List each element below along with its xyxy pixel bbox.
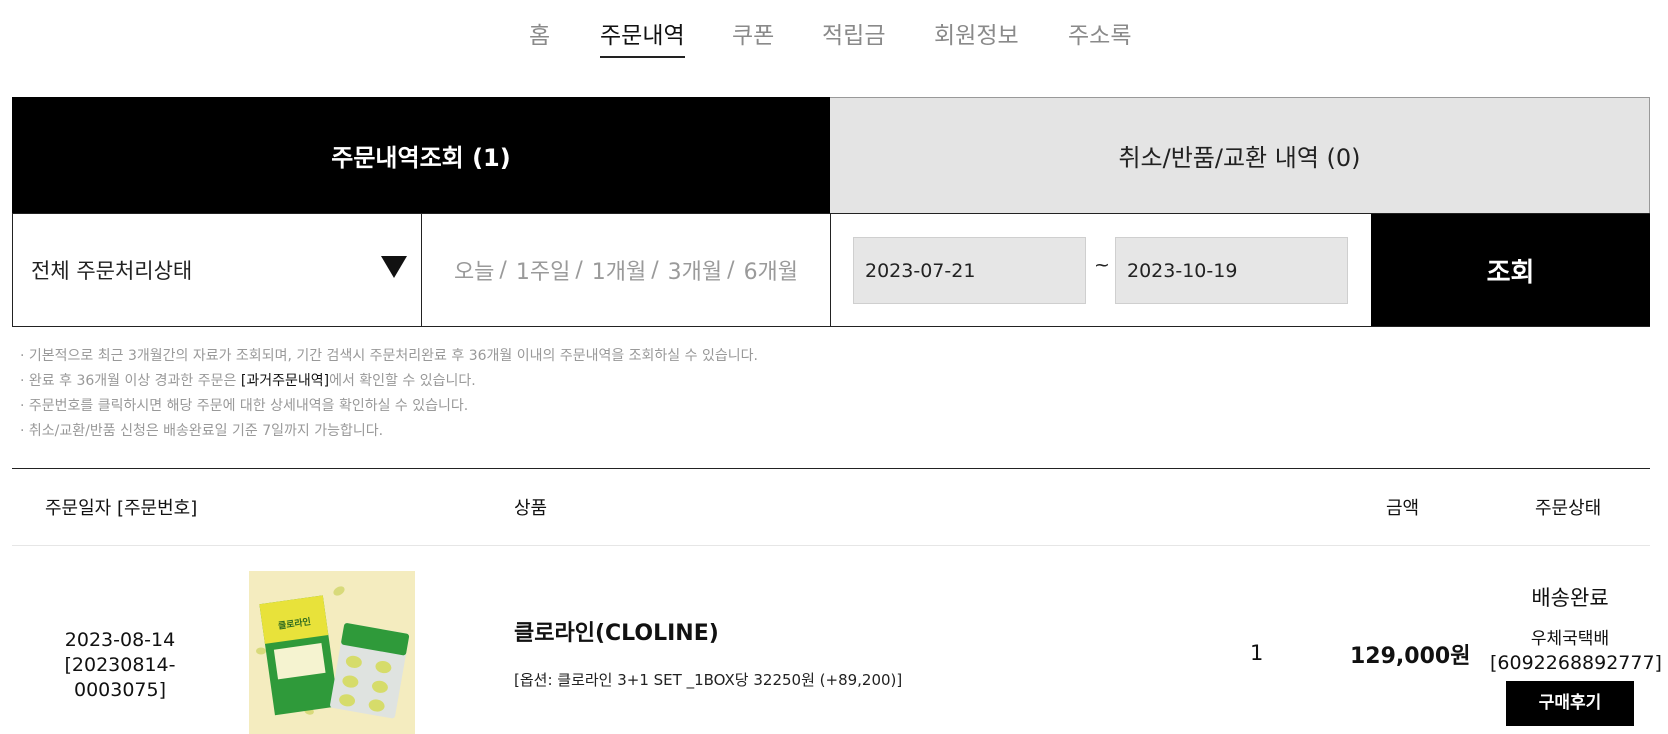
- order-date: 2023-08-14: [64, 629, 176, 651]
- write-review-button[interactable]: 구매후기: [1506, 681, 1634, 726]
- order-number[interactable]: [20230814-0003075]: [20, 653, 220, 703]
- product-image: 클로라인: [249, 571, 415, 734]
- order-status-select[interactable]: 전체 주문처리상태: [13, 214, 422, 326]
- nav-item-orders[interactable]: 주문내역: [600, 16, 685, 58]
- divider: [12, 468, 1650, 469]
- order-status-cell: 배송완료 우체국택배 [6092268892777] 구매후기: [1490, 582, 1662, 726]
- column-header-status: 주문상태: [1535, 498, 1602, 519]
- period-1week-button[interactable]: 1주일: [516, 254, 570, 286]
- search-button[interactable]: 조회: [1371, 214, 1650, 326]
- notice-item: · 주문번호를 클릭하시면 해당 주문에 대한 상세내역을 확인하실 수 있습니…: [20, 398, 469, 414]
- order-filter-bar: 전체 주문처리상태 오늘 / 1주일 / 1개월 / 3개월 / 6개월 202…: [12, 213, 1650, 327]
- product-thumbnail[interactable]: 클로라인: [249, 571, 415, 734]
- notice-list: · 기본적으로 최근 3개월간의 자료가 조회되며, 기간 검색시 주문처리완료…: [20, 344, 758, 444]
- courier-name: 우체국택배: [1530, 629, 1610, 649]
- nav-item-member-info[interactable]: 회원정보: [934, 16, 1019, 50]
- order-date-cell[interactable]: 2023-08-14 [20230814-0003075]: [20, 628, 220, 703]
- notice-text: 에서 확인할 수 있습니다.: [329, 373, 476, 389]
- past-orders-link[interactable]: [과거주문내역]: [241, 373, 329, 389]
- column-header-order-date: 주문일자 [주문번호]: [45, 498, 198, 519]
- column-header-amount: 금액: [1386, 498, 1420, 519]
- notice-item: · 취소/교환/반품 신청은 배송완료일 기준 7일까지 가능합니다.: [20, 423, 384, 439]
- order-status-select-value: 전체 주문처리상태: [31, 259, 193, 283]
- divider: [12, 545, 1650, 546]
- period-3months-button[interactable]: 3개월: [668, 254, 722, 286]
- tracking-number-link[interactable]: [6092268892777]: [1490, 652, 1662, 674]
- period-shortcuts: 오늘 / 1주일 / 1개월 / 3개월 / 6개월: [422, 214, 831, 326]
- tab-order-history[interactable]: 주문내역조회 (1): [12, 97, 830, 214]
- notice-text: · 완료 후 36개월 이상 경과한 주문은: [20, 373, 241, 389]
- caret-down-icon: [381, 256, 407, 278]
- product-name-link[interactable]: 클로라인(CLOLINE): [514, 615, 719, 647]
- period-separator: /: [499, 257, 507, 283]
- notice-item: · 기본적으로 최근 3개월간의 자료가 조회되며, 기간 검색시 주문처리완료…: [20, 348, 758, 364]
- column-header-product: 상품: [514, 498, 548, 519]
- order-amount: 129,000원: [1350, 644, 1471, 669]
- product-quantity: 1: [1250, 641, 1264, 665]
- date-from-input[interactable]: 2023-07-21: [853, 237, 1086, 304]
- period-6months-button[interactable]: 6개월: [744, 254, 798, 286]
- nav-item-points[interactable]: 적립금: [822, 16, 885, 50]
- period-separator: /: [727, 257, 735, 283]
- order-status: 배송완료: [1531, 586, 1609, 610]
- tab-cancel-return-exchange[interactable]: 취소/반품/교환 내역 (0): [830, 97, 1650, 214]
- product-option: [옵션: 클로라인 3+1 SET _1BOX당 32250원 (+89,200…: [514, 671, 903, 689]
- nav-item-address-book[interactable]: 주소록: [1068, 16, 1131, 50]
- top-nav: 홈 주문내역 쿠폰 적립금 회원정보 주소록: [0, 0, 1668, 70]
- period-today-button[interactable]: 오늘: [454, 254, 494, 286]
- date-to-input[interactable]: 2023-10-19: [1115, 237, 1348, 304]
- period-separator: /: [651, 257, 659, 283]
- date-range-separator: ~: [1094, 254, 1110, 276]
- period-1month-button[interactable]: 1개월: [592, 254, 646, 286]
- notice-item: · 완료 후 36개월 이상 경과한 주문은 [과거주문내역]에서 확인할 수 …: [20, 369, 758, 394]
- nav-item-home[interactable]: 홈: [529, 16, 550, 50]
- nav-item-coupon[interactable]: 쿠폰: [732, 16, 774, 50]
- period-separator: /: [575, 257, 583, 283]
